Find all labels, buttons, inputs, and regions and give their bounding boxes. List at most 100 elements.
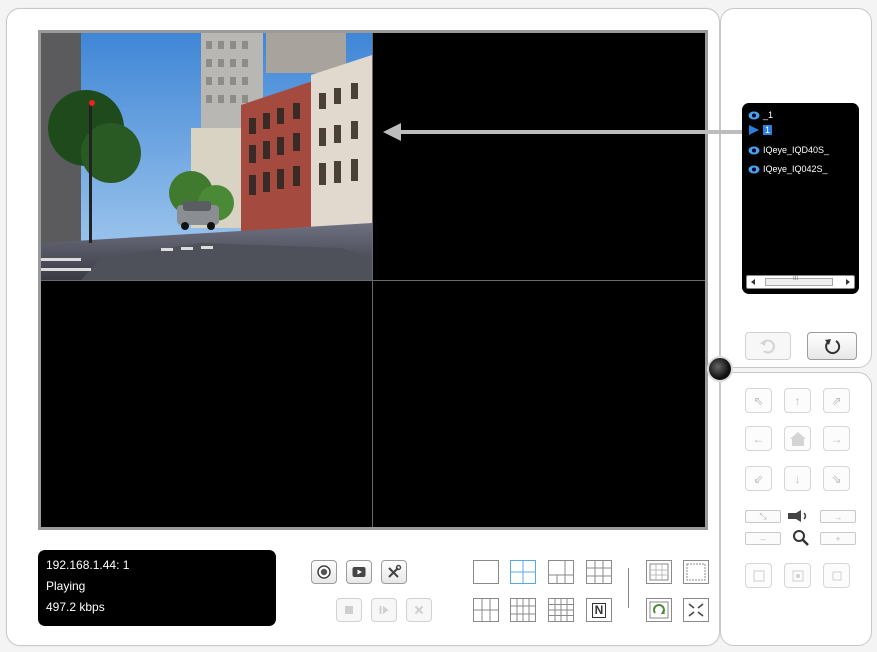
arrow-right-icon: →: [830, 431, 843, 446]
focus-near-icon: ⤡: [759, 511, 767, 521]
grid-2x2-icon: [511, 561, 535, 583]
settings-button[interactable]: [381, 560, 407, 584]
arrow-down-right-icon: ⇘: [831, 471, 842, 486]
scrollbar-thumb[interactable]: III: [765, 276, 833, 286]
video-cell-2[interactable]: [373, 33, 705, 280]
refresh-button[interactable]: [807, 332, 857, 360]
focus-far-button[interactable]: →: [820, 510, 856, 523]
camera-item-1[interactable]: _1: [748, 108, 773, 122]
plus-icon: +: [835, 533, 841, 544]
layout-1plus3-button[interactable]: [548, 560, 574, 584]
grid-1plus3-icon: [549, 561, 573, 583]
grid-4x3-icon: [511, 599, 535, 621]
scrollbar-thumb-grip: III: [793, 276, 799, 282]
arrow-down-icon: ↓: [794, 471, 801, 486]
scroll-right-icon[interactable]: [844, 278, 852, 286]
ptz-up-right-button[interactable]: ⇗: [823, 388, 850, 413]
layout-separator: [628, 568, 629, 608]
video-play-icon: [352, 567, 366, 577]
stream-bitrate: 497.2 kbps: [46, 600, 105, 614]
undo-button[interactable]: [745, 332, 791, 360]
stream-address: 192.168.1.44: 1: [46, 558, 130, 572]
tools-icon: [388, 564, 402, 578]
refresh-icon: [825, 339, 841, 355]
minus-icon: –: [760, 533, 766, 544]
zoom-out-button[interactable]: –: [745, 532, 781, 545]
layout-1x1-button[interactable]: [473, 560, 499, 584]
undo-icon: [760, 339, 775, 354]
grid-2x3-icon: [474, 599, 498, 621]
close-icon: [414, 605, 424, 615]
expand-corners-icon: [753, 570, 764, 581]
grid-border-icon: [649, 563, 669, 581]
camera-icon: [748, 165, 760, 173]
layout-4x4-button[interactable]: [548, 598, 574, 622]
ptz-up-left-button[interactable]: ⇖: [745, 388, 772, 413]
stream-status-box: 192.168.1.44: 1 Playing 497.2 kbps: [38, 550, 276, 626]
ptz-left-button[interactable]: ←: [745, 426, 772, 451]
zoom-in-button[interactable]: +: [820, 532, 856, 545]
camera-item-2[interactable]: 1: [748, 123, 773, 137]
grid-3x3-icon: [587, 561, 611, 583]
layout-2x2-button[interactable]: [510, 560, 536, 584]
camera-list[interactable]: _1 1 IQeye_IQD40S_ IQeye_IQ042S_ III: [742, 103, 859, 294]
arrow-up-right-icon: ⇗: [831, 393, 842, 408]
frame-inset-icon: [686, 563, 706, 581]
focus-far-icon: →: [833, 511, 843, 522]
ptz-down-button[interactable]: ↓: [784, 466, 811, 491]
step-forward-icon: [379, 606, 389, 614]
drag-arrow-icon: [383, 123, 743, 141]
ptz-right-button[interactable]: →: [823, 426, 850, 451]
camera-feed-street-scene: [41, 33, 372, 280]
video-cell-1[interactable]: [41, 33, 372, 280]
focus-near-button[interactable]: ⤡: [745, 510, 781, 523]
video-cell-4[interactable]: [373, 281, 705, 527]
record-button[interactable]: [311, 560, 337, 584]
ptz-down-left-button[interactable]: ⇙: [745, 466, 772, 491]
layout-2x3-button[interactable]: [473, 598, 499, 622]
playback-button[interactable]: [346, 560, 372, 584]
panel-splitter-knob[interactable]: [707, 356, 733, 382]
camera-icon: [748, 146, 760, 154]
layout-frame-button[interactable]: [646, 560, 672, 584]
arrow-up-icon: ↑: [794, 393, 801, 408]
close-stream-button[interactable]: [406, 598, 432, 622]
record-icon: [317, 565, 331, 579]
center-target-icon: [792, 570, 803, 581]
layout-3x3-button[interactable]: [586, 560, 612, 584]
layout-inset-button[interactable]: [683, 560, 709, 584]
stop-icon: [345, 606, 353, 614]
arrow-down-left-icon: ⇙: [753, 471, 764, 486]
camera-icon: [748, 111, 760, 119]
fullscreen-icon: [688, 603, 704, 617]
ptz-up-button[interactable]: ↑: [784, 388, 811, 413]
ptz-preset-1-button[interactable]: [745, 563, 772, 588]
camera-item-3[interactable]: IQeye_IQD40S_: [748, 143, 829, 157]
video-cell-3[interactable]: [41, 281, 372, 527]
stream-state: Playing: [46, 579, 86, 593]
camera-item-4[interactable]: IQeye_IQ042S_: [748, 162, 828, 176]
arrow-up-left-icon: ⇖: [753, 393, 764, 408]
ptz-preset-2-button[interactable]: [784, 563, 811, 588]
layout-4x3-button[interactable]: [510, 598, 536, 622]
fullscreen-button[interactable]: [683, 598, 709, 622]
scroll-left-icon[interactable]: [749, 278, 757, 286]
step-forward-button[interactable]: [371, 598, 397, 622]
grid-4x4-icon: [549, 599, 573, 621]
layout-n-label: N: [591, 602, 607, 618]
home-icon: [789, 431, 806, 446]
zoom-icon: [793, 530, 809, 546]
layout-custom-n-button[interactable]: N: [586, 598, 612, 622]
collapse-corners-icon: [832, 571, 841, 580]
stop-button[interactable]: [336, 598, 362, 622]
camera-list-scrollbar[interactable]: III: [746, 275, 855, 289]
play-arrow-icon: [749, 125, 759, 135]
ptz-down-right-button[interactable]: ⇘: [823, 466, 850, 491]
ptz-home-button[interactable]: [784, 426, 811, 451]
rotate-view-button[interactable]: [646, 598, 672, 622]
arrow-left-icon: ←: [752, 431, 765, 446]
rotate-icon: [649, 601, 669, 619]
ptz-preset-3-button[interactable]: [823, 563, 850, 588]
video-grid-area: [38, 30, 708, 530]
speaker-icon: [788, 510, 807, 522]
